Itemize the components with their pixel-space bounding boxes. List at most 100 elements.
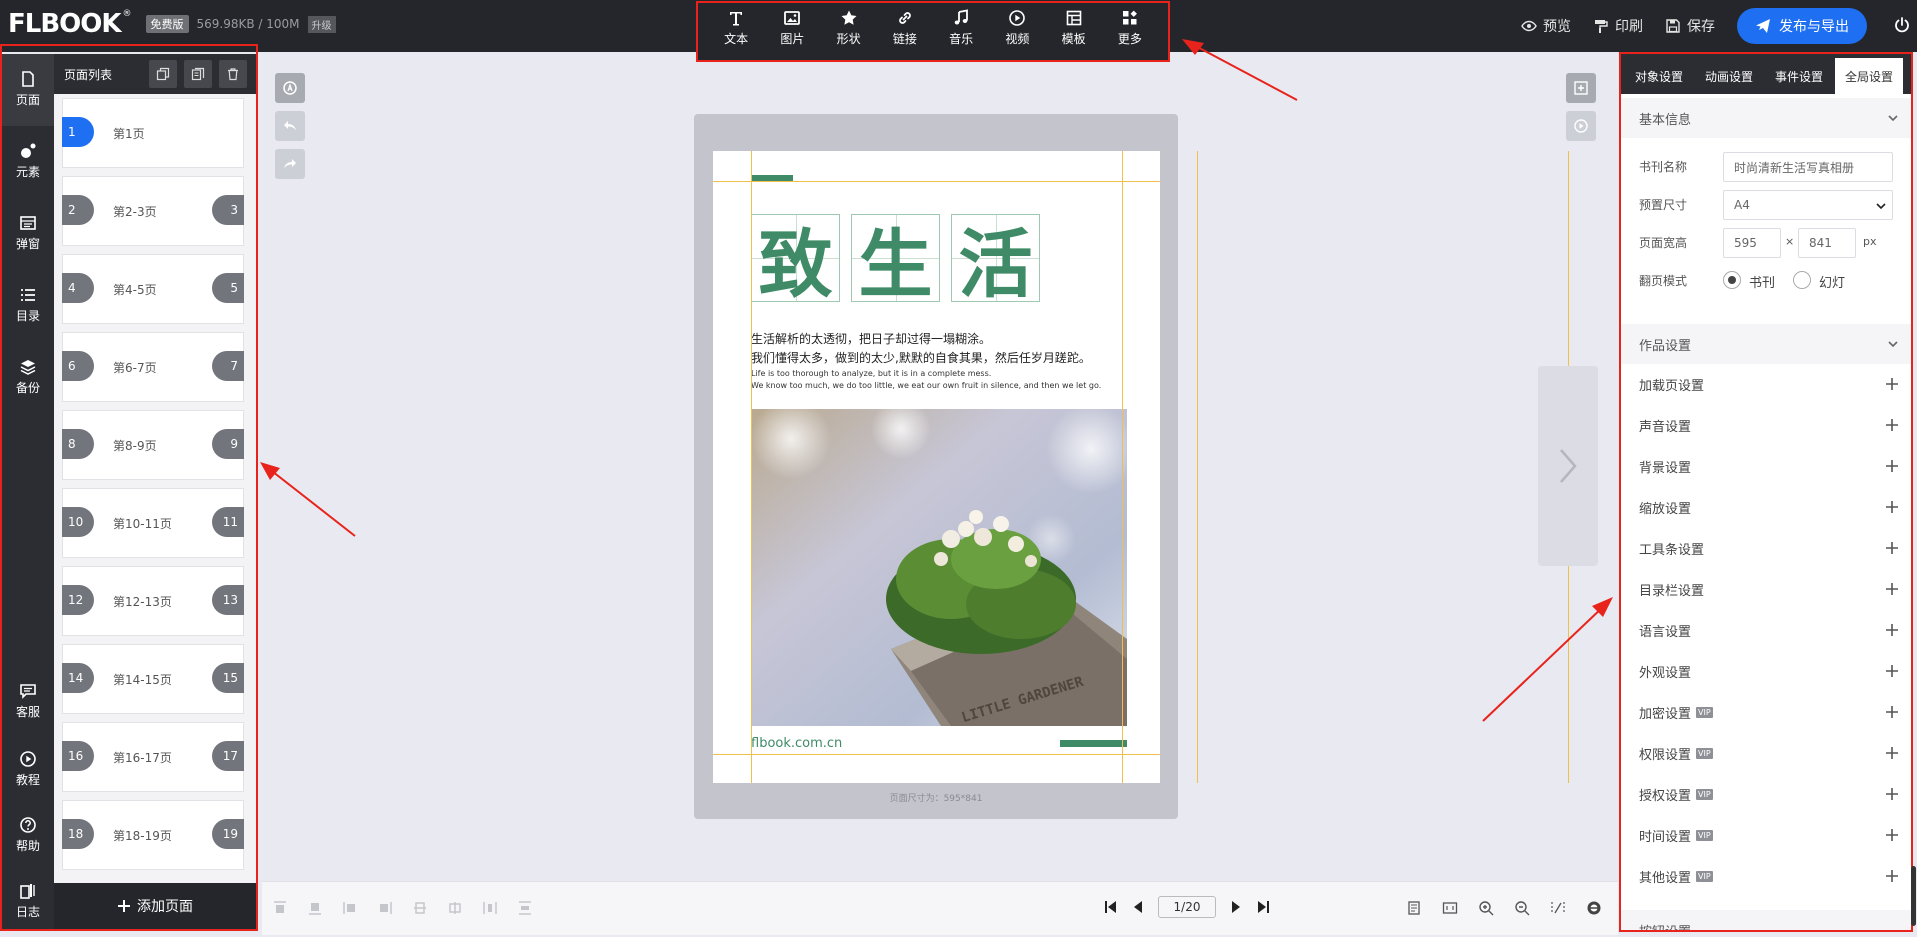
refresh-letter-icon (283, 81, 297, 95)
more-grid-icon (1122, 10, 1137, 25)
chinese-text-line-1[interactable]: 生活解析的太透彻，把日子却过得一塌糊涂。 (751, 330, 991, 347)
chevron-right-icon (1560, 449, 1577, 483)
music-icon (954, 9, 969, 25)
save-icon (1666, 19, 1680, 33)
guide-line (1197, 151, 1198, 783)
tool-template[interactable]: 模板 (1050, 9, 1098, 47)
top-bar: FLBOOK ® 免费版 569.98KB / 100M 升级 文本 图片 形状… (0, 0, 1917, 62)
redo-button[interactable] (275, 149, 305, 179)
site-url-text[interactable]: flbook.com.cn (751, 736, 842, 751)
page-size-note: 页面尺寸为：595*841 (889, 794, 983, 804)
title-char: 生 (858, 221, 933, 308)
text-icon (730, 12, 743, 26)
print-label: 印刷 (1615, 19, 1643, 35)
tool-text[interactable]: 文本 (712, 9, 760, 47)
play-circle-icon (1009, 10, 1026, 26)
align-center-h-icon[interactable] (447, 900, 463, 916)
guide-line (751, 151, 752, 783)
publish-label: 发布与导出 (1779, 19, 1849, 35)
insert-toolbar: 文本 图片 形状 链接 音乐 视频 模板 更多 (696, 1, 1170, 62)
align-center-v-icon[interactable] (412, 900, 428, 916)
guide-line (1122, 151, 1123, 783)
tool-more[interactable]: 更多 (1106, 9, 1154, 47)
support-icon[interactable] (1586, 900, 1602, 916)
next-page-area[interactable] (1538, 366, 1598, 566)
page-canvas[interactable]: 致 生 活 生活解析的太透彻，把日子却过得一塌糊涂。 我们懂得太多，做到的太少,… (713, 151, 1160, 783)
logo-trademark: ® (122, 9, 132, 19)
publish-export-button[interactable]: 发布与导出 (1737, 8, 1867, 44)
zoom-out-icon[interactable] (1514, 900, 1530, 916)
undo-icon (284, 121, 296, 131)
page-title-group[interactable]: 致 生 活 (751, 214, 1040, 308)
send-icon (1756, 19, 1770, 33)
last-page-icon[interactable] (1256, 899, 1270, 915)
logo-text: FLBOOK (8, 9, 121, 39)
preview-label: 预览 (1543, 19, 1571, 35)
image-icon (784, 11, 801, 25)
add-page-icon (1574, 81, 1588, 95)
eye-icon (1521, 20, 1537, 32)
zoom-in-icon[interactable] (1478, 900, 1494, 916)
tool-shape[interactable]: 形状 (825, 9, 873, 47)
align-left-icon[interactable] (342, 900, 358, 916)
page-number-input[interactable]: 1/20 (1158, 896, 1216, 918)
redo-icon (284, 159, 296, 169)
align-top-icon[interactable] (272, 900, 288, 916)
tool-text-label: 文本 (724, 32, 749, 46)
next-page-icon[interactable] (1230, 899, 1242, 915)
star-icon (841, 10, 857, 25)
guide-line (713, 754, 1160, 755)
succulent-photo[interactable]: LITTLE GARDENER (751, 409, 1127, 726)
align-right-icon[interactable] (377, 900, 393, 916)
prev-page-icon[interactable] (1132, 899, 1144, 915)
tool-link-label: 链接 (892, 32, 917, 46)
logo: FLBOOK ® 免费版 569.98KB / 100M 升级 (8, 6, 336, 42)
print-button[interactable]: 印刷 (1593, 16, 1643, 36)
distribute-h-icon[interactable] (482, 900, 498, 916)
chinese-text-line-2[interactable]: 我们懂得太多，做到的太少,默默的自食其果，然后任岁月蹉跎。 (751, 349, 1091, 366)
tool-video-label: 视频 (1005, 32, 1030, 46)
guides-icon[interactable] (1550, 900, 1566, 916)
save-button[interactable]: 保存 (1665, 16, 1715, 36)
title-char: 致 (758, 221, 833, 308)
tool-image[interactable]: 图片 (768, 9, 816, 47)
guide-line (713, 181, 1160, 182)
plan-badge: 免费版 (145, 15, 189, 33)
page-view-icon[interactable] (1406, 900, 1422, 916)
right-panel-highlight (1619, 52, 1913, 932)
align-bottom-icon[interactable] (307, 900, 323, 916)
title-char-box[interactable]: 活 (951, 214, 1040, 308)
play-preview-button[interactable] (1566, 111, 1596, 141)
title-char-box[interactable]: 生 (851, 214, 940, 308)
tool-video[interactable]: 视频 (993, 9, 1041, 47)
tool-music[interactable]: 音乐 (937, 9, 985, 47)
tool-music-label: 音乐 (949, 32, 974, 46)
play-icon (1574, 119, 1588, 133)
undo-button[interactable] (275, 111, 305, 141)
upgrade-button[interactable]: 升级 (307, 15, 336, 33)
english-text-line-1[interactable]: Life is too thorough to analyze, but it … (751, 369, 991, 378)
green-bar-bottom[interactable] (1060, 740, 1127, 747)
left-panel-highlight (0, 44, 258, 931)
first-page-icon[interactable] (1104, 899, 1118, 915)
fit-size-icon[interactable] (1442, 900, 1458, 916)
distribute-v-icon[interactable] (517, 900, 533, 916)
power-icon[interactable] (1894, 17, 1910, 33)
scrollbar-thumb[interactable] (1911, 866, 1916, 926)
title-char-box[interactable]: 致 (751, 214, 840, 308)
template-icon (1066, 10, 1081, 26)
auto-layout-button[interactable] (275, 73, 305, 103)
english-text-line-2[interactable]: We know too much, we do too little, we e… (751, 381, 1101, 390)
pager: 1/20 (1104, 896, 1270, 918)
top-actions: 预览 印刷 保存 发布与导出 (1521, 0, 1917, 52)
annotation-arrow-left (260, 462, 356, 537)
save-label: 保存 (1687, 19, 1715, 35)
link-icon (899, 12, 911, 24)
tool-image-label: 图片 (780, 32, 805, 46)
tool-link[interactable]: 链接 (881, 9, 929, 47)
page-settings-button[interactable] (1566, 73, 1596, 103)
bottom-bar: 1/20 (262, 881, 1618, 935)
tool-more-label: 更多 (1117, 32, 1142, 46)
preview-button[interactable]: 预览 (1521, 16, 1571, 36)
paint-roller-icon (1595, 20, 1608, 33)
